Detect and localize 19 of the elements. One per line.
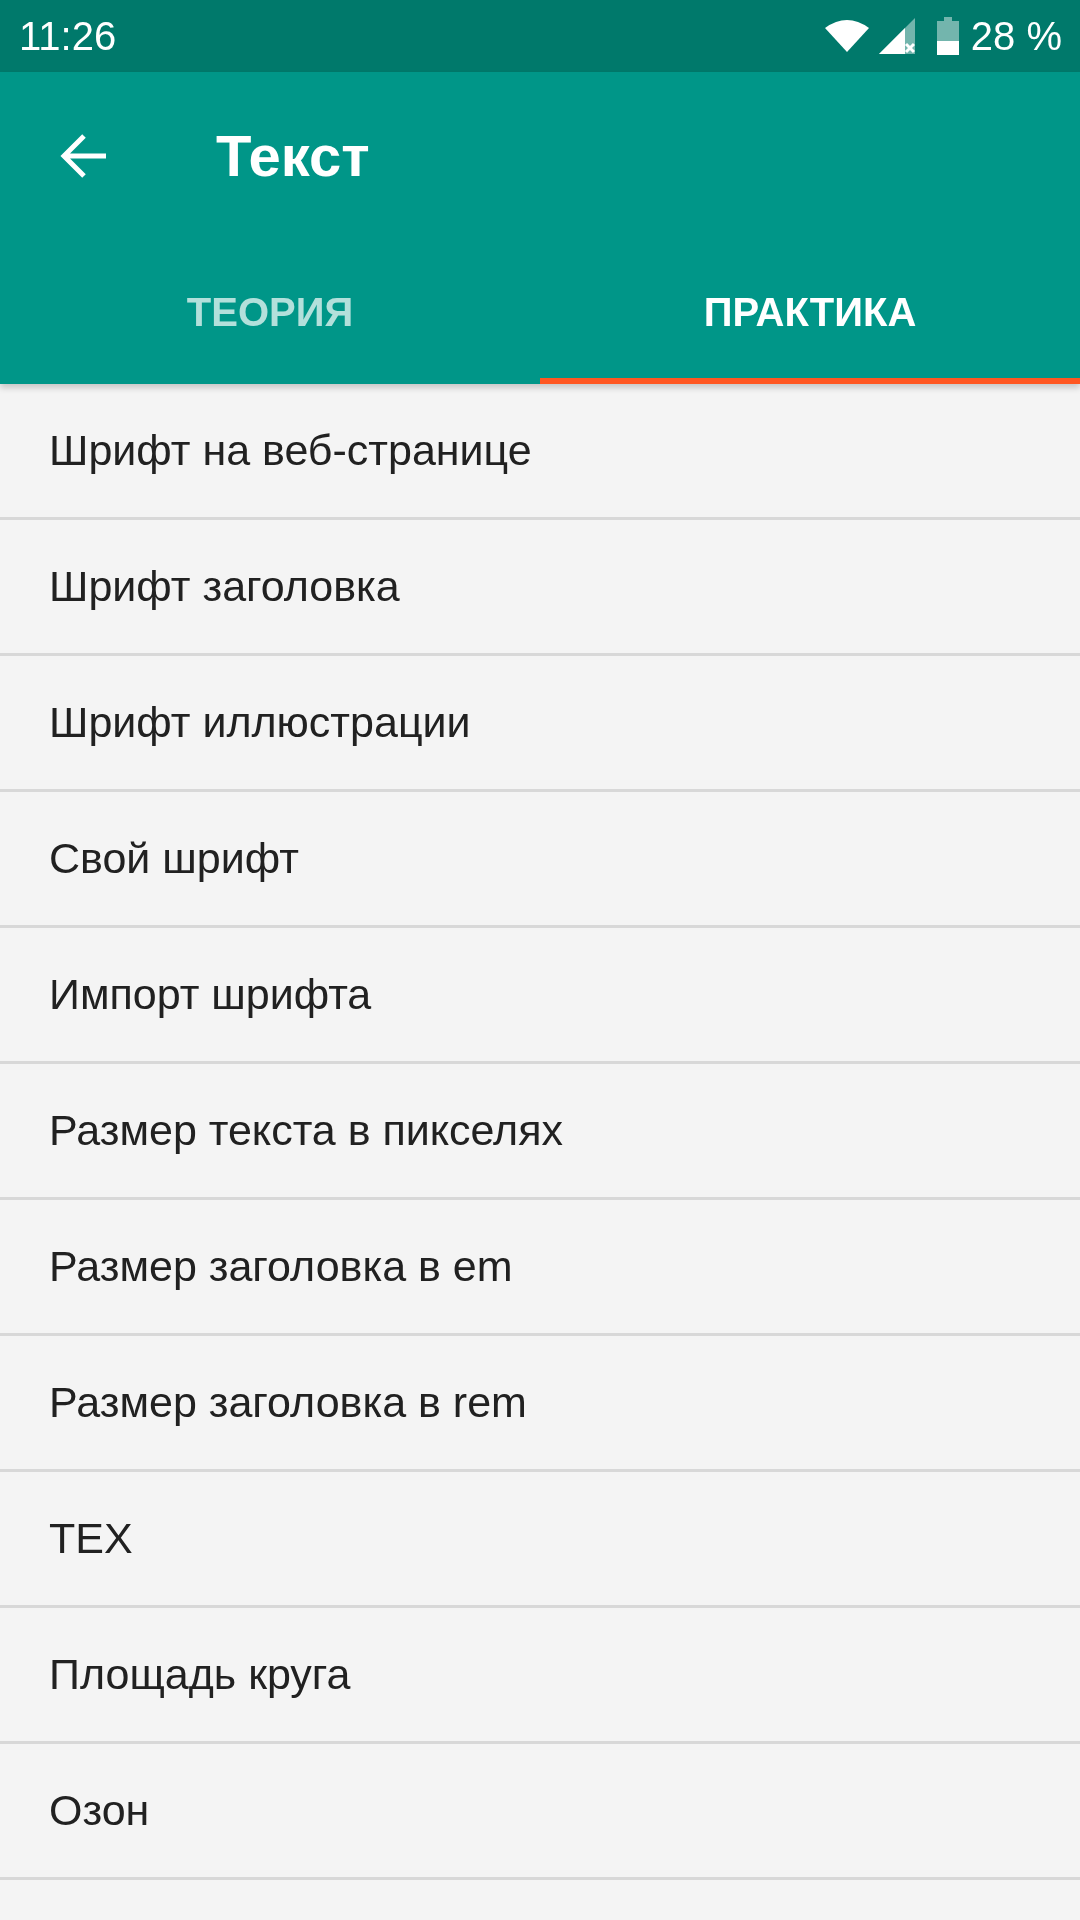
list-item[interactable]: Размер заголовка в rem — [0, 1336, 1080, 1472]
list-item[interactable]: Размер текста в пикселях — [0, 1064, 1080, 1200]
screen-title: Текст — [216, 122, 370, 190]
battery-percentage: 28 % — [970, 13, 1062, 59]
list-item[interactable]: Озон — [0, 1744, 1080, 1880]
list-item[interactable]: Свой шрифт — [0, 792, 1080, 928]
back-arrow-icon — [60, 132, 108, 180]
list-item[interactable]: Шрифт иллюстрации — [0, 656, 1080, 792]
status-time: 11:26 — [19, 13, 117, 59]
list-item[interactable]: TEX — [0, 1472, 1080, 1608]
wifi-icon — [824, 20, 869, 52]
no-signal-icon — [878, 18, 915, 54]
list-item[interactable]: Шрифт заголовка — [0, 520, 1080, 656]
list-item[interactable]: Площадь круга — [0, 1608, 1080, 1744]
list-item[interactable]: Размер заголовка в em — [0, 1200, 1080, 1336]
list-item[interactable]: Импорт шрифта — [0, 928, 1080, 1064]
tab[interactable]: ПРАКТИКА — [540, 240, 1080, 384]
battery-icon — [936, 17, 959, 55]
list-item[interactable]: Шрифт на веб-странице — [0, 384, 1080, 520]
